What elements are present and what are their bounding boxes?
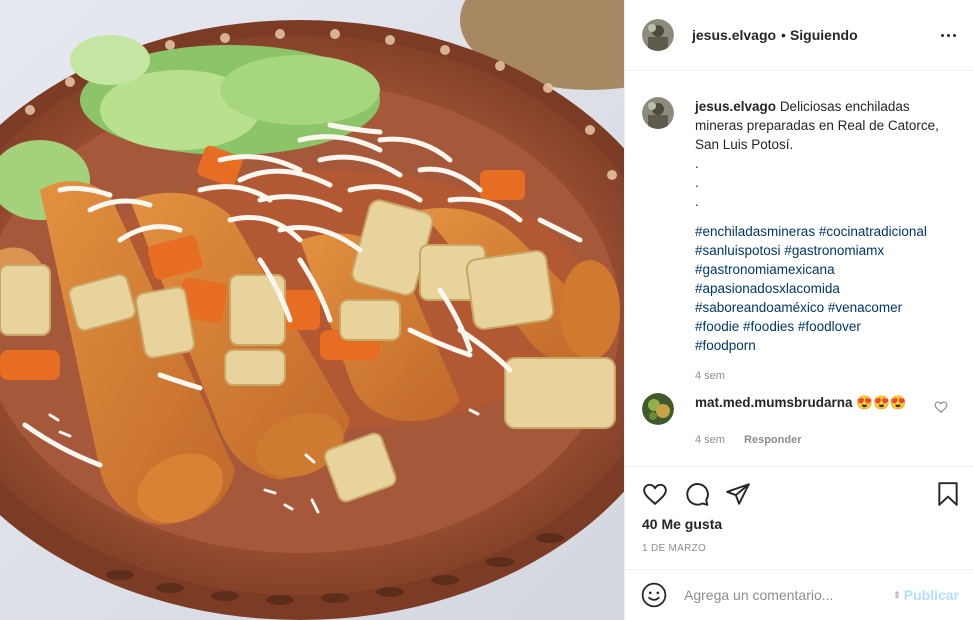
comment-icon[interactable] bbox=[684, 481, 710, 507]
reply-button[interactable]: Responder bbox=[744, 434, 801, 446]
publish-button[interactable]: ⇕ Publicar bbox=[893, 587, 959, 603]
commenter-username[interactable]: mat.med.mumsbrudarna bbox=[695, 395, 853, 410]
comment-body: mat.med.mumsbrudarna 😍😍😍 4 sem Responder bbox=[695, 393, 935, 450]
author-username[interactable]: jesus.elvago bbox=[692, 27, 776, 43]
hashtag-line[interactable]: #foodporn bbox=[695, 336, 960, 355]
post-actions-bar bbox=[625, 466, 974, 521]
caption-username[interactable]: jesus.elvago bbox=[695, 99, 776, 114]
caption-timestamp[interactable]: 4 sem bbox=[695, 367, 960, 386]
author-avatar[interactable] bbox=[642, 19, 674, 51]
resize-handle-icon: ⇕ bbox=[893, 590, 901, 600]
bookmark-icon[interactable] bbox=[935, 481, 961, 507]
enchiladas-photo bbox=[0, 0, 624, 620]
hashtag-list: #enchiladasmineras #cocinatradicional #s… bbox=[695, 222, 960, 355]
hashtag-line[interactable]: #enchiladasmineras #cocinatradicional bbox=[695, 222, 960, 241]
add-comment-input[interactable] bbox=[684, 583, 874, 607]
more-options-icon[interactable] bbox=[941, 26, 957, 44]
hashtag-line[interactable]: #foodie #foodies #foodlover bbox=[695, 317, 960, 336]
commenter-avatar[interactable] bbox=[642, 393, 674, 425]
comment-meta: 4 sem Responder bbox=[695, 431, 935, 450]
caption-body: jesus.elvago Deliciosas enchiladas miner… bbox=[695, 97, 960, 386]
caption-dot: . bbox=[695, 194, 699, 209]
publish-label: Publicar bbox=[903, 587, 959, 603]
likes-count[interactable]: 40 Me gusta bbox=[642, 516, 722, 532]
share-icon[interactable] bbox=[725, 481, 751, 507]
post-date[interactable]: 1 DE MARZO bbox=[642, 543, 706, 554]
comment-timestamp[interactable]: 4 sem bbox=[695, 434, 725, 446]
hashtag-line[interactable]: #apasionadosxlacomida bbox=[695, 279, 960, 298]
comment-text: 😍😍😍 bbox=[856, 395, 907, 410]
post-photo[interactable] bbox=[0, 0, 624, 620]
caption-dot: . bbox=[695, 156, 699, 171]
emoji-icon[interactable] bbox=[641, 582, 667, 608]
comment-composer: ⇕ Publicar bbox=[625, 569, 974, 620]
following-button[interactable]: Siguiendo bbox=[790, 27, 858, 43]
post-caption: jesus.elvago Deliciosas enchiladas miner… bbox=[642, 97, 960, 386]
like-comment-heart-icon[interactable] bbox=[934, 400, 948, 414]
hashtag-line[interactable]: #gastronomiamexicana bbox=[695, 260, 960, 279]
hashtag-line[interactable]: #sanluispotosi #gastronomiamx bbox=[695, 241, 960, 260]
comment-item: mat.med.mumsbrudarna 😍😍😍 4 sem Responder bbox=[642, 393, 960, 450]
caption-author-avatar[interactable] bbox=[642, 97, 674, 129]
caption-dot: . bbox=[695, 175, 699, 190]
header-separator: • bbox=[781, 27, 786, 43]
post-details-panel: jesus.elvago • Siguiendo jesus.elvago De… bbox=[624, 0, 974, 620]
heart-icon[interactable] bbox=[642, 481, 668, 507]
post-header: jesus.elvago • Siguiendo bbox=[625, 0, 974, 71]
hashtag-line[interactable]: #saboreandoaméxico #venacomer bbox=[695, 298, 960, 317]
